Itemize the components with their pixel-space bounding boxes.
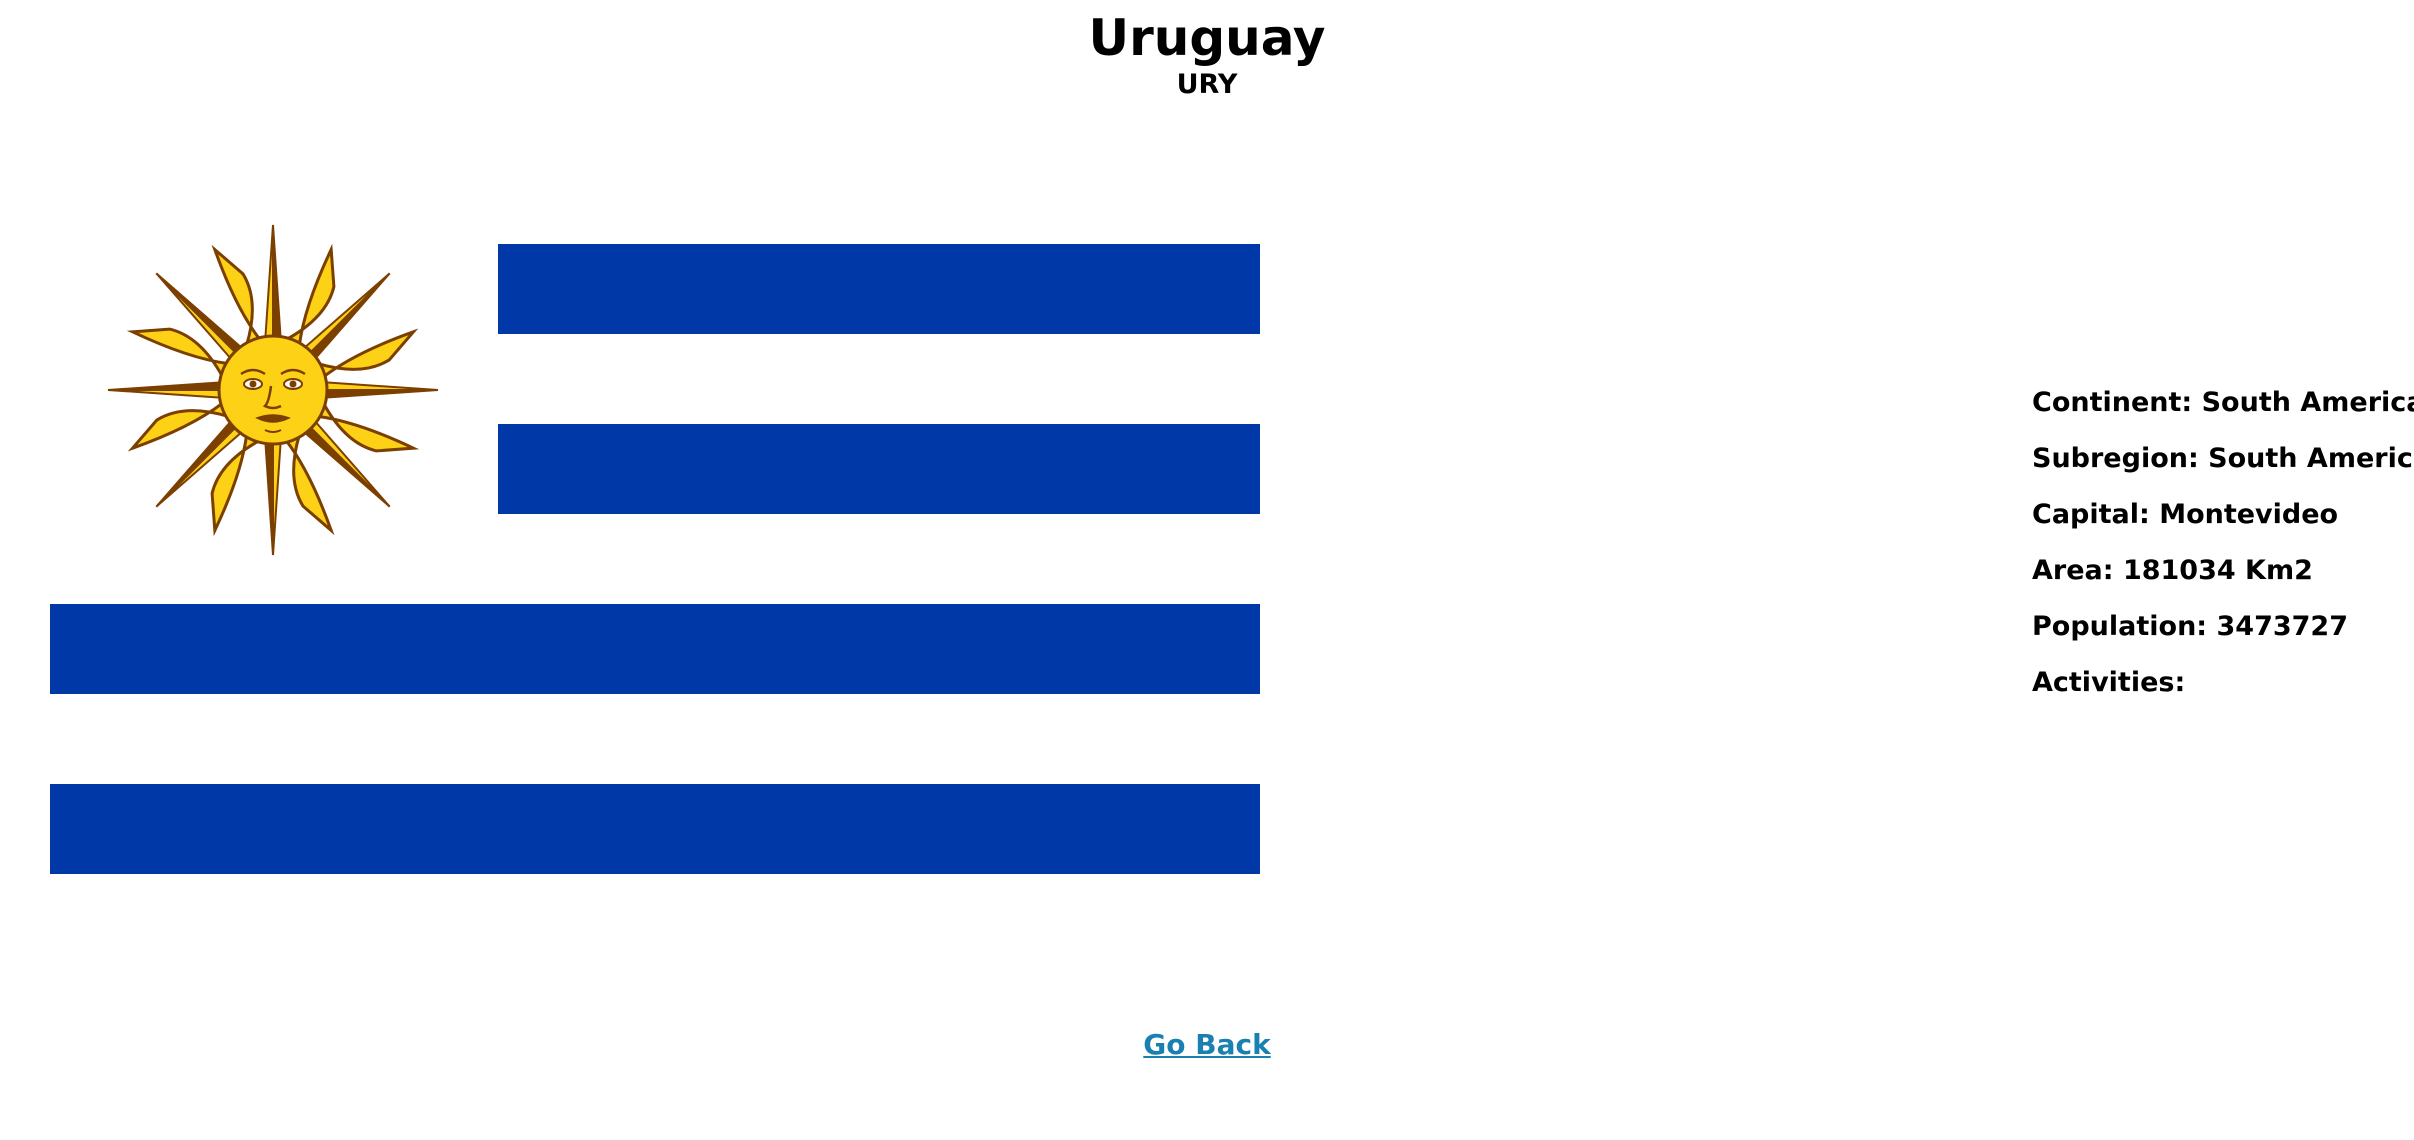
subregion-label: Subregion: South America	[2032, 443, 2414, 474]
area-label: Area: 181034 Km2	[2032, 555, 2313, 586]
sun-pupil	[289, 380, 297, 388]
sun-pupil	[249, 380, 257, 388]
country-header: Uruguay URY	[0, 8, 2414, 102]
country-name: Uruguay	[1088, 9, 1326, 67]
activities-label: Activities:	[2032, 667, 2186, 698]
capital-label: Capital: Montevideo	[2032, 499, 2339, 530]
country-detail-page: Uruguay URY Continent: South America Sub…	[0, 0, 2414, 1140]
country-info-panel: Continent: South America Subregion: Sout…	[2032, 375, 2414, 711]
uruguay-flag-image	[0, 170, 1260, 890]
go-back-container: Go Back	[0, 1028, 2414, 1061]
go-back-link[interactable]: Go Back	[1143, 1028, 1270, 1061]
continent-label: Continent: South America	[2032, 387, 2414, 418]
country-code: URY	[1176, 69, 1238, 100]
sun-face	[217, 334, 329, 446]
population-label: Population: 3473727	[2032, 611, 2348, 642]
sun-of-may-icon	[107, 224, 439, 556]
